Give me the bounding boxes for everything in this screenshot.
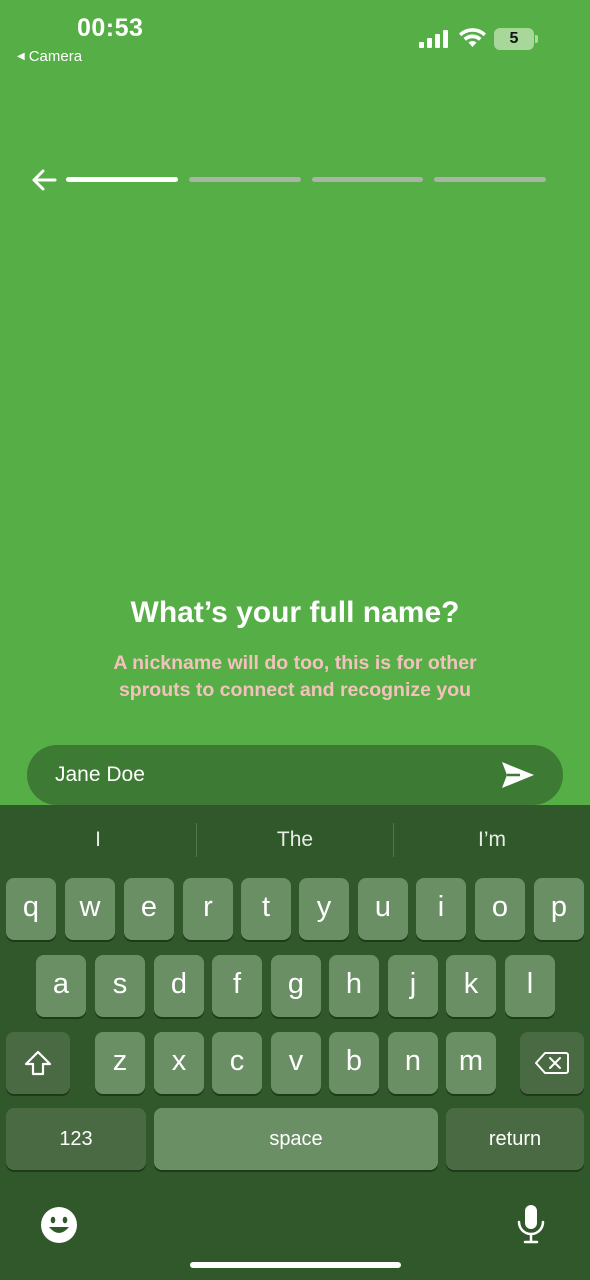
key-j[interactable]: j bbox=[388, 955, 438, 1017]
battery-level: 5 bbox=[509, 30, 519, 47]
key-h[interactable]: h bbox=[329, 955, 379, 1017]
status-time: 00:53 bbox=[77, 14, 144, 42]
key-n[interactable]: n bbox=[388, 1032, 438, 1094]
back-to-app-link[interactable]: ◀ Camera bbox=[17, 48, 82, 65]
key-e[interactable]: e bbox=[124, 878, 174, 940]
suggestion-2[interactable]: The bbox=[197, 805, 393, 875]
keyboard: I The I’m q w e r t y u i o p a s d f g … bbox=[0, 805, 590, 1280]
back-app-label: Camera bbox=[28, 48, 83, 65]
key-t[interactable]: t bbox=[241, 878, 291, 940]
key-u[interactable]: u bbox=[358, 878, 408, 940]
backspace-icon bbox=[535, 1052, 569, 1074]
key-q[interactable]: q bbox=[6, 878, 56, 940]
battery-indicator: 5 bbox=[494, 28, 538, 50]
key-a[interactable]: a bbox=[36, 955, 86, 1017]
key-f[interactable]: f bbox=[212, 955, 262, 1017]
name-input-container bbox=[27, 745, 563, 805]
key-b[interactable]: b bbox=[329, 1032, 379, 1094]
key-d[interactable]: d bbox=[154, 955, 204, 1017]
send-icon[interactable] bbox=[500, 760, 536, 790]
space-key[interactable]: space bbox=[154, 1108, 438, 1170]
key-l[interactable]: l bbox=[505, 955, 555, 1017]
key-o[interactable]: o bbox=[475, 878, 525, 940]
key-x[interactable]: x bbox=[154, 1032, 204, 1094]
key-v[interactable]: v bbox=[271, 1032, 321, 1094]
emoji-icon[interactable] bbox=[40, 1206, 78, 1244]
progress-step-3 bbox=[311, 177, 424, 182]
question-title: What’s your full name? bbox=[130, 596, 460, 629]
progress-step-2 bbox=[188, 177, 301, 182]
full-name-input[interactable] bbox=[55, 745, 485, 805]
key-p[interactable]: p bbox=[534, 878, 584, 940]
key-g[interactable]: g bbox=[271, 955, 321, 1017]
key-y[interactable]: y bbox=[299, 878, 349, 940]
home-indicator[interactable] bbox=[190, 1262, 401, 1268]
shift-key[interactable] bbox=[6, 1032, 70, 1094]
suggestion-bar: I The I’m bbox=[0, 805, 590, 875]
return-key[interactable]: return bbox=[446, 1108, 584, 1170]
key-k[interactable]: k bbox=[446, 955, 496, 1017]
progress-step-4 bbox=[434, 177, 546, 182]
onboarding-progress-bar bbox=[66, 177, 546, 183]
wifi-icon bbox=[459, 28, 486, 47]
question-subtitle: A nickname will do too, this is for othe… bbox=[113, 652, 477, 701]
microphone-icon[interactable] bbox=[516, 1203, 546, 1245]
progress-step-1 bbox=[66, 177, 178, 182]
suggestion-3[interactable]: I’m bbox=[394, 805, 590, 875]
key-s[interactable]: s bbox=[95, 955, 145, 1017]
suggestion-1[interactable]: I bbox=[0, 805, 196, 875]
cellular-signal-icon bbox=[419, 30, 448, 48]
back-triangle-icon: ◀ bbox=[17, 51, 25, 62]
key-i[interactable]: i bbox=[416, 878, 466, 940]
key-m[interactable]: m bbox=[446, 1032, 496, 1094]
key-c[interactable]: c bbox=[212, 1032, 262, 1094]
delete-key[interactable] bbox=[520, 1032, 584, 1094]
shift-icon bbox=[24, 1050, 52, 1076]
key-r[interactable]: r bbox=[183, 878, 233, 940]
back-arrow-icon[interactable] bbox=[30, 166, 58, 194]
key-w[interactable]: w bbox=[65, 878, 115, 940]
numbers-key[interactable]: 123 bbox=[6, 1108, 146, 1170]
key-z[interactable]: z bbox=[95, 1032, 145, 1094]
